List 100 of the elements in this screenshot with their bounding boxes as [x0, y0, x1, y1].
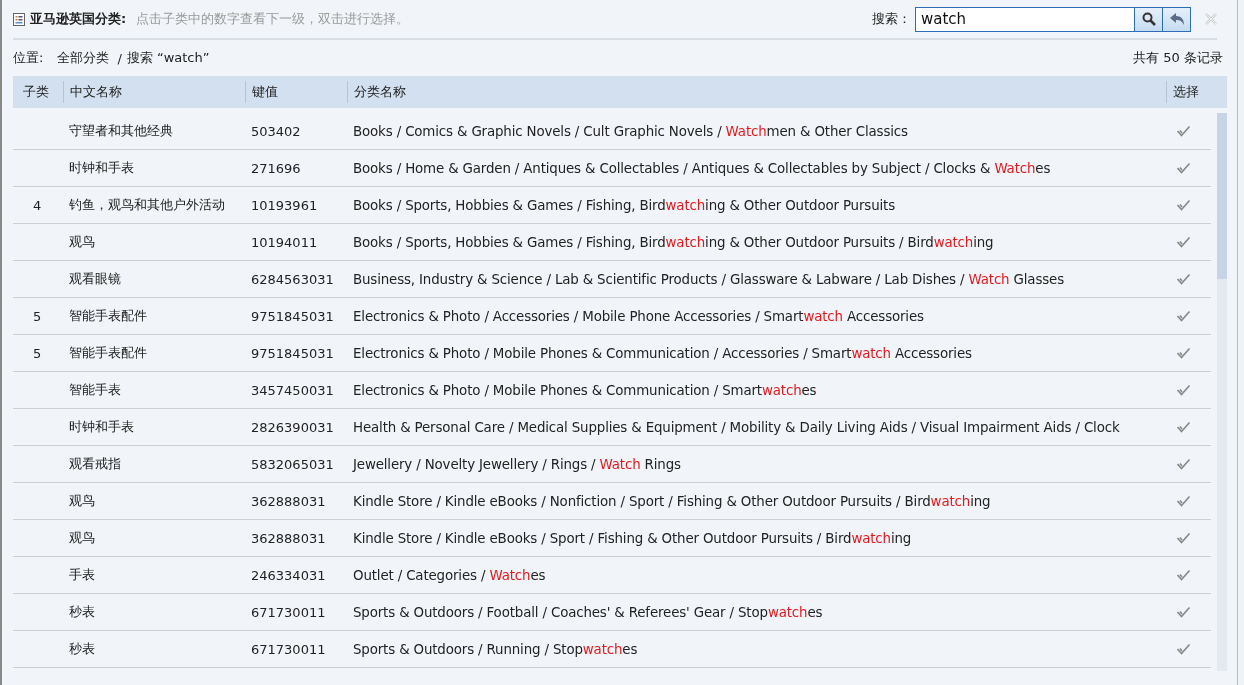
- scrollbar-thumb[interactable]: [1217, 113, 1227, 279]
- key-value: 9751845031: [251, 308, 334, 324]
- category-path: Books / Sports, Hobbies & Games / Fishing, Birdwatching & Other Outdoor Pursuits / Birdwatching: [353, 234, 994, 250]
- checkmark-icon: [1176, 384, 1191, 396]
- checkmark-icon: [1176, 125, 1191, 137]
- category-path: Business, Industry & Science / Lab & Scientific Products / Glassware & Labware / Lab Dishes / Watch Glasses: [353, 271, 1064, 287]
- category-path: Electronics & Photo / Accessories / Mobile Phone Accessories / Smartwatch Accessories: [353, 308, 924, 324]
- category-path: Kindle Store / Kindle eBooks / Sport / Fishing & Other Outdoor Pursuits / Birdwatching: [353, 530, 912, 546]
- checkmark-icon: [1176, 421, 1191, 433]
- search-icon: [1141, 12, 1156, 26]
- chinese-name: 钓鱼，观鸟和其他户外活动: [69, 197, 225, 212]
- category-path: Books / Comics & Graphic Novels / Cult Graphic Novels / Watchmen & Other Classics: [353, 123, 908, 139]
- breadcrumb-current: 搜索 “watch”: [126, 49, 210, 67]
- location-label: 位置:: [13, 49, 44, 67]
- record-count: 共有 50 条记录: [1133, 49, 1223, 67]
- chinese-name: 秒表: [69, 641, 95, 656]
- select-button[interactable]: [1176, 606, 1191, 618]
- subcategory-count[interactable]: 5: [33, 345, 42, 361]
- chinese-name: 守望者和其他经典: [69, 123, 173, 138]
- checkmark-icon: [1176, 643, 1191, 655]
- chinese-name: 智能手表配件: [69, 345, 147, 360]
- column-header[interactable]: 键值: [245, 81, 347, 103]
- select-button[interactable]: [1176, 199, 1191, 211]
- checkmark-icon: [1176, 495, 1191, 507]
- column-header[interactable]: 中文名称: [63, 81, 245, 103]
- chinese-name: 手表: [69, 567, 95, 582]
- checkmark-icon: [1176, 569, 1191, 581]
- dialog-title: 亚马逊英国分类:: [30, 10, 127, 28]
- key-value: 671730011: [251, 604, 326, 620]
- subcategory-count[interactable]: 5: [33, 308, 42, 324]
- category-path: Books / Sports, Hobbies & Games / Fishing, Birdwatching & Other Outdoor Pursuits: [353, 197, 895, 213]
- select-button[interactable]: [1176, 569, 1191, 581]
- key-value: 10194011: [251, 234, 318, 250]
- column-header[interactable]: 选择: [1166, 81, 1211, 103]
- category-path: Electronics & Photo / Mobile Phones & Communication / Smartwatches: [353, 382, 817, 398]
- chinese-name: 秒表: [69, 604, 95, 619]
- checkmark-icon: [1176, 273, 1191, 285]
- select-button[interactable]: [1176, 162, 1191, 174]
- breadcrumb-link[interactable]: 全部分类: [57, 49, 110, 67]
- key-value: 2826390031: [251, 419, 334, 435]
- list-icon: [13, 12, 25, 26]
- chinese-name: 时钟和手表: [69, 160, 134, 175]
- key-value: 6284563031: [251, 271, 334, 287]
- key-value: 503402: [251, 123, 301, 139]
- select-button[interactable]: [1176, 495, 1191, 507]
- checkmark-icon: [1176, 199, 1191, 211]
- select-button[interactable]: [1176, 532, 1191, 544]
- chinese-name: 观看戒指: [69, 456, 121, 471]
- select-button[interactable]: [1176, 273, 1191, 285]
- chinese-name: 智能手表: [69, 382, 121, 397]
- hint-text: 点击子类中的数字查看下一级，双击进行选择。: [136, 10, 410, 28]
- key-value: 362888031: [251, 530, 326, 546]
- chinese-name: 智能手表配件: [69, 308, 147, 323]
- checkmark-icon: [1176, 606, 1191, 618]
- key-value: 5832065031: [251, 456, 334, 472]
- close-icon: [1205, 13, 1217, 25]
- select-button[interactable]: [1176, 421, 1191, 433]
- select-button[interactable]: [1176, 347, 1191, 359]
- key-value: 10193961: [251, 197, 318, 213]
- checkmark-icon: [1176, 532, 1191, 544]
- select-button[interactable]: [1176, 643, 1191, 655]
- chinese-name: 观鸟: [69, 530, 95, 545]
- search-field[interactable]: watch: [915, 6, 1135, 32]
- key-value: 246334031: [251, 567, 326, 583]
- key-value: 362888031: [251, 493, 326, 509]
- chinese-name: 时钟和手表: [69, 419, 134, 434]
- category-path: Sports & Outdoors / Running / Stopwatches: [353, 641, 638, 657]
- checkmark-icon: [1176, 162, 1191, 174]
- chinese-name: 观鸟: [69, 493, 95, 508]
- column-header[interactable]: 子类: [13, 81, 63, 103]
- checkmark-icon: [1176, 458, 1191, 470]
- category-path: Kindle Store / Kindle eBooks / Nonfiction / Sport / Fishing & Other Outdoor Pursuits / Birdwatching: [353, 493, 991, 509]
- category-path: Health & Personal Care / Medical Supplies & Equipment / Mobility & Daily Living Aids / Visual Impairment Aids / Clock: [353, 419, 1120, 435]
- scrollbar[interactable]: [1217, 113, 1227, 671]
- key-value: 3457450031: [251, 382, 334, 398]
- select-button[interactable]: [1176, 384, 1191, 396]
- breadcrumb-separator: /: [117, 50, 122, 66]
- select-button[interactable]: [1176, 125, 1191, 137]
- column-header[interactable]: 分类名称: [347, 81, 1166, 103]
- search-button[interactable]: [1135, 6, 1163, 32]
- back-button[interactable]: [1163, 6, 1191, 32]
- subcategory-count[interactable]: 4: [33, 197, 42, 213]
- select-button[interactable]: [1176, 310, 1191, 322]
- checkmark-icon: [1176, 310, 1191, 322]
- key-value: 9751845031: [251, 345, 334, 361]
- return-arrow-icon: [1168, 12, 1185, 26]
- category-path: Jewellery / Novelty Jewellery / Rings / Watch Rings: [353, 456, 681, 472]
- search-label: 搜索：: [872, 10, 911, 28]
- checkmark-icon: [1176, 347, 1191, 359]
- category-path: Outlet / Categories / Watches: [353, 567, 546, 583]
- chinese-name: 观看眼镜: [69, 271, 121, 286]
- key-value: 671730011: [251, 641, 326, 657]
- chinese-name: 观鸟: [69, 234, 95, 249]
- category-path: Sports & Outdoors / Football / Coaches' & Referees' Gear / Stopwatches: [353, 604, 823, 620]
- category-path: Books / Home & Garden / Antiques & Collectables / Antiques & Collectables by Subject / Clocks & Watches: [353, 160, 1051, 176]
- key-value: 271696: [251, 160, 301, 176]
- select-button[interactable]: [1176, 236, 1191, 248]
- category-path: Electronics & Photo / Mobile Phones & Communication / Accessories / Smartwatch Accessories: [353, 345, 972, 361]
- select-button[interactable]: [1176, 458, 1191, 470]
- checkmark-icon: [1176, 236, 1191, 248]
